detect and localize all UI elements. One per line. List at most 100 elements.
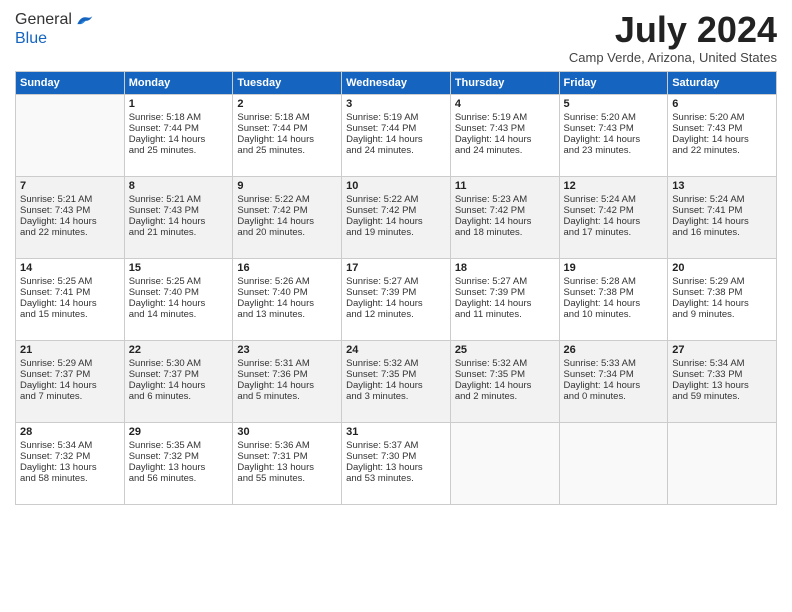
day-info-line: Daylight: 14 hours bbox=[564, 298, 664, 309]
day-info-line: Sunset: 7:33 PM bbox=[672, 369, 772, 380]
day-info-line: Sunrise: 5:19 AM bbox=[346, 112, 446, 123]
day-info-line: Sunrise: 5:25 AM bbox=[129, 276, 229, 287]
col-sunday: Sunday bbox=[16, 71, 125, 94]
day-info-line: and 14 minutes. bbox=[129, 309, 229, 320]
day-info-line: and 22 minutes. bbox=[20, 227, 120, 238]
day-number: 6 bbox=[672, 98, 772, 110]
calendar-cell: 16Sunrise: 5:26 AMSunset: 7:40 PMDayligh… bbox=[233, 258, 342, 340]
logo: General Blue bbox=[15, 10, 94, 48]
calendar-cell: 4Sunrise: 5:19 AMSunset: 7:43 PMDaylight… bbox=[450, 94, 559, 176]
calendar-cell: 29Sunrise: 5:35 AMSunset: 7:32 PMDayligh… bbox=[124, 422, 233, 504]
day-info-line: and 24 minutes. bbox=[455, 145, 555, 156]
calendar-cell: 6Sunrise: 5:20 AMSunset: 7:43 PMDaylight… bbox=[668, 94, 777, 176]
day-info-line: Daylight: 14 hours bbox=[237, 380, 337, 391]
day-info-line: and 24 minutes. bbox=[346, 145, 446, 156]
calendar-cell: 21Sunrise: 5:29 AMSunset: 7:37 PMDayligh… bbox=[16, 340, 125, 422]
day-info-line: and 5 minutes. bbox=[237, 391, 337, 402]
calendar-cell: 1Sunrise: 5:18 AMSunset: 7:44 PMDaylight… bbox=[124, 94, 233, 176]
day-info-line: and 15 minutes. bbox=[20, 309, 120, 320]
day-info-line: Sunset: 7:44 PM bbox=[129, 123, 229, 134]
day-number: 27 bbox=[672, 344, 772, 356]
calendar-cell: 8Sunrise: 5:21 AMSunset: 7:43 PMDaylight… bbox=[124, 176, 233, 258]
day-info-line: Daylight: 14 hours bbox=[564, 216, 664, 227]
day-number: 25 bbox=[455, 344, 555, 356]
day-info-line: Sunset: 7:30 PM bbox=[346, 451, 446, 462]
day-info-line: Sunrise: 5:24 AM bbox=[564, 194, 664, 205]
day-info-line: Sunrise: 5:34 AM bbox=[672, 358, 772, 369]
day-info-line: Daylight: 14 hours bbox=[455, 216, 555, 227]
day-info-line: Daylight: 13 hours bbox=[237, 462, 337, 473]
day-info-line: Daylight: 14 hours bbox=[20, 298, 120, 309]
calendar-cell: 22Sunrise: 5:30 AMSunset: 7:37 PMDayligh… bbox=[124, 340, 233, 422]
day-info-line: Sunset: 7:36 PM bbox=[237, 369, 337, 380]
day-info-line: Sunrise: 5:27 AM bbox=[346, 276, 446, 287]
col-tuesday: Tuesday bbox=[233, 71, 342, 94]
day-info-line: Daylight: 14 hours bbox=[346, 298, 446, 309]
day-number: 8 bbox=[129, 180, 229, 192]
day-info-line: Sunset: 7:41 PM bbox=[20, 287, 120, 298]
col-saturday: Saturday bbox=[668, 71, 777, 94]
day-info-line: Sunset: 7:35 PM bbox=[346, 369, 446, 380]
day-info-line: Daylight: 14 hours bbox=[346, 134, 446, 145]
day-info-line: Sunset: 7:31 PM bbox=[237, 451, 337, 462]
day-info-line: Daylight: 14 hours bbox=[129, 298, 229, 309]
calendar-cell: 25Sunrise: 5:32 AMSunset: 7:35 PMDayligh… bbox=[450, 340, 559, 422]
day-info-line: and 22 minutes. bbox=[672, 145, 772, 156]
logo-blue-text: Blue bbox=[15, 30, 94, 48]
col-wednesday: Wednesday bbox=[342, 71, 451, 94]
calendar-cell: 13Sunrise: 5:24 AMSunset: 7:41 PMDayligh… bbox=[668, 176, 777, 258]
day-info-line: Sunrise: 5:18 AM bbox=[237, 112, 337, 123]
day-info-line: Sunrise: 5:32 AM bbox=[346, 358, 446, 369]
day-number: 10 bbox=[346, 180, 446, 192]
day-info-line: and 20 minutes. bbox=[237, 227, 337, 238]
calendar-cell: 3Sunrise: 5:19 AMSunset: 7:44 PMDaylight… bbox=[342, 94, 451, 176]
day-info-line: Sunrise: 5:19 AM bbox=[455, 112, 555, 123]
calendar-cell: 26Sunrise: 5:33 AMSunset: 7:34 PMDayligh… bbox=[559, 340, 668, 422]
day-info-line: Sunset: 7:34 PM bbox=[564, 369, 664, 380]
day-info-line: Daylight: 14 hours bbox=[237, 298, 337, 309]
logo-general-text: General bbox=[15, 11, 72, 29]
calendar-table: Sunday Monday Tuesday Wednesday Thursday… bbox=[15, 71, 777, 505]
calendar-cell: 2Sunrise: 5:18 AMSunset: 7:44 PMDaylight… bbox=[233, 94, 342, 176]
day-number: 29 bbox=[129, 426, 229, 438]
day-info-line: and 17 minutes. bbox=[564, 227, 664, 238]
day-info-line: Sunset: 7:39 PM bbox=[346, 287, 446, 298]
calendar-cell bbox=[668, 422, 777, 504]
day-info-line: Sunset: 7:39 PM bbox=[455, 287, 555, 298]
day-info-line: and 21 minutes. bbox=[129, 227, 229, 238]
col-thursday: Thursday bbox=[450, 71, 559, 94]
day-info-line: Sunrise: 5:24 AM bbox=[672, 194, 772, 205]
calendar-cell: 24Sunrise: 5:32 AMSunset: 7:35 PMDayligh… bbox=[342, 340, 451, 422]
calendar-cell: 30Sunrise: 5:36 AMSunset: 7:31 PMDayligh… bbox=[233, 422, 342, 504]
calendar-cell: 27Sunrise: 5:34 AMSunset: 7:33 PMDayligh… bbox=[668, 340, 777, 422]
day-number: 19 bbox=[564, 262, 664, 274]
calendar-cell: 23Sunrise: 5:31 AMSunset: 7:36 PMDayligh… bbox=[233, 340, 342, 422]
day-info-line: and 3 minutes. bbox=[346, 391, 446, 402]
day-number: 3 bbox=[346, 98, 446, 110]
day-info-line: Sunrise: 5:21 AM bbox=[20, 194, 120, 205]
day-info-line: and 53 minutes. bbox=[346, 473, 446, 484]
day-info-line: Daylight: 13 hours bbox=[346, 462, 446, 473]
day-info-line: Sunset: 7:42 PM bbox=[237, 205, 337, 216]
col-friday: Friday bbox=[559, 71, 668, 94]
calendar-cell bbox=[450, 422, 559, 504]
day-info-line: Sunset: 7:32 PM bbox=[20, 451, 120, 462]
calendar-week-4: 21Sunrise: 5:29 AMSunset: 7:37 PMDayligh… bbox=[16, 340, 777, 422]
day-info-line: and 58 minutes. bbox=[20, 473, 120, 484]
day-info-line: Sunset: 7:42 PM bbox=[346, 205, 446, 216]
day-number: 12 bbox=[564, 180, 664, 192]
day-info-line: Daylight: 14 hours bbox=[564, 380, 664, 391]
calendar-cell: 14Sunrise: 5:25 AMSunset: 7:41 PMDayligh… bbox=[16, 258, 125, 340]
calendar-cell: 17Sunrise: 5:27 AMSunset: 7:39 PMDayligh… bbox=[342, 258, 451, 340]
calendar-cell: 18Sunrise: 5:27 AMSunset: 7:39 PMDayligh… bbox=[450, 258, 559, 340]
day-info-line: Daylight: 14 hours bbox=[129, 134, 229, 145]
day-info-line: Sunrise: 5:18 AM bbox=[129, 112, 229, 123]
day-number: 5 bbox=[564, 98, 664, 110]
day-info-line: and 56 minutes. bbox=[129, 473, 229, 484]
calendar-cell bbox=[559, 422, 668, 504]
day-number: 9 bbox=[237, 180, 337, 192]
day-info-line: Daylight: 14 hours bbox=[672, 216, 772, 227]
month-year-title: July 2024 bbox=[569, 10, 777, 50]
day-info-line: and 6 minutes. bbox=[129, 391, 229, 402]
day-info-line: Sunset: 7:40 PM bbox=[237, 287, 337, 298]
